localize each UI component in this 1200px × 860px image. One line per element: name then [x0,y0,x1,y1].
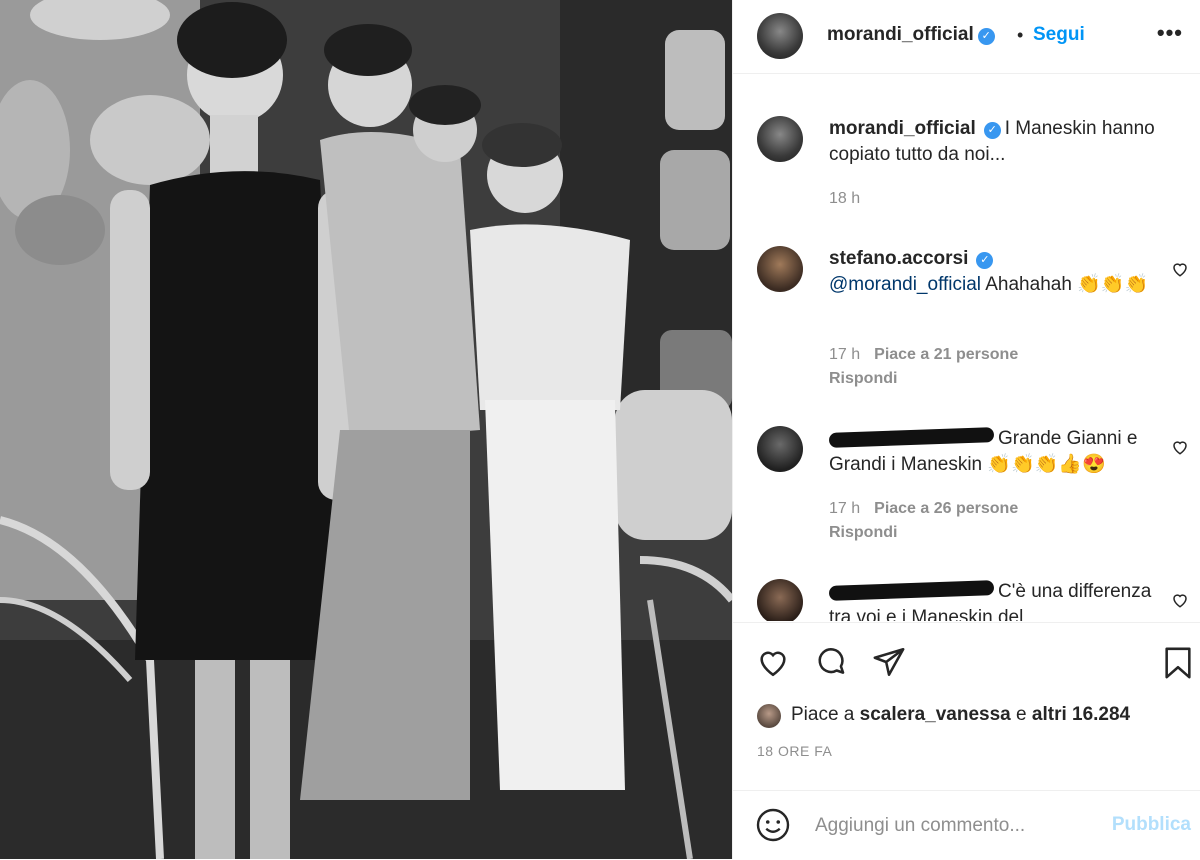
emoji-icon[interactable] [755,807,791,843]
heart-icon[interactable] [1171,260,1189,278]
post-timestamp: 18 ORE FA [757,743,833,759]
caption-body: morandi_official ✓ I Maneskin hanno copiat… [829,116,1159,168]
verified-icon: ✓ [977,28,995,45]
comment-meta: 17 h Piace a 26 persone [829,500,1018,518]
comment-likes[interactable]: Piace a 26 persone [874,500,1018,517]
mention-link[interactable]: @morandi_official [829,274,981,295]
caption-username[interactable]: morandi_official [829,118,976,139]
verified-icon: ✓ [983,122,1001,139]
share-icon[interactable] [871,645,907,679]
comment-meta: 17 h Piace a 21 persone [829,346,1018,364]
comment-icon[interactable] [813,645,849,679]
comment-time: 17 h [829,346,861,363]
comment-likes[interactable]: Piace a 21 persone [874,346,1018,363]
reply-button[interactable]: Rispondi [829,370,897,388]
vintage-group-photo [0,0,732,859]
avatar[interactable] [757,579,803,621]
author: morandi_official ✓ [827,24,995,46]
comment-text: Ahahahah 👏👏👏 [985,274,1149,295]
avatar[interactable] [757,246,803,292]
comment-time: 17 h [829,500,861,517]
caption-time: 18 h [829,190,861,207]
more-icon[interactable]: ••• [1157,20,1183,46]
reply-button[interactable]: Rispondi [829,524,897,542]
comments-list[interactable]: morandi_official ✓ I Maneskin hanno copiat… [733,74,1200,621]
heart-icon[interactable] [1171,438,1189,456]
redacted-username [828,580,995,601]
add-comment-bar: Pubblica [733,790,1200,860]
avatar[interactable] [757,13,803,59]
follow-button[interactable]: Segui [1033,24,1085,46]
likes-text[interactable]: Piace a scalera_vanessa e altri 16.284 [791,704,1130,726]
post-header: morandi_official ✓ • Segui ••• [733,0,1200,74]
comment-body: stefano.accorsi ✓ @morandi_official Ahaha… [829,246,1159,298]
publish-button[interactable]: Pubblica [1112,814,1191,836]
avatar[interactable] [757,704,781,728]
comment-body: C'è una differenza tra voi e i Maneskin … [828,579,1159,621]
likes-count[interactable]: altri 16.284 [1032,704,1130,725]
avatar[interactable] [757,116,803,162]
post-photo [0,0,732,859]
heart-icon[interactable] [755,645,791,679]
redacted-username [828,427,995,448]
comment-input[interactable] [813,807,1097,845]
comment-username[interactable]: stefano.accorsi [829,248,968,269]
bookmark-icon[interactable] [1161,645,1195,681]
avatar[interactable] [757,426,803,472]
comment-body: Grande Gianni e Grandi i Maneskin 👏👏👏👍😍 [828,426,1159,478]
post-side-panel: morandi_official ✓ • Segui ••• morandi_of… [732,0,1200,859]
post-actions [733,622,1200,693]
separator-dot: • [1017,25,1024,45]
author-username[interactable]: morandi_official [827,24,974,45]
liker-username[interactable]: scalera_vanessa [860,704,1011,725]
heart-icon[interactable] [1171,591,1189,609]
verified-icon: ✓ [976,252,994,269]
